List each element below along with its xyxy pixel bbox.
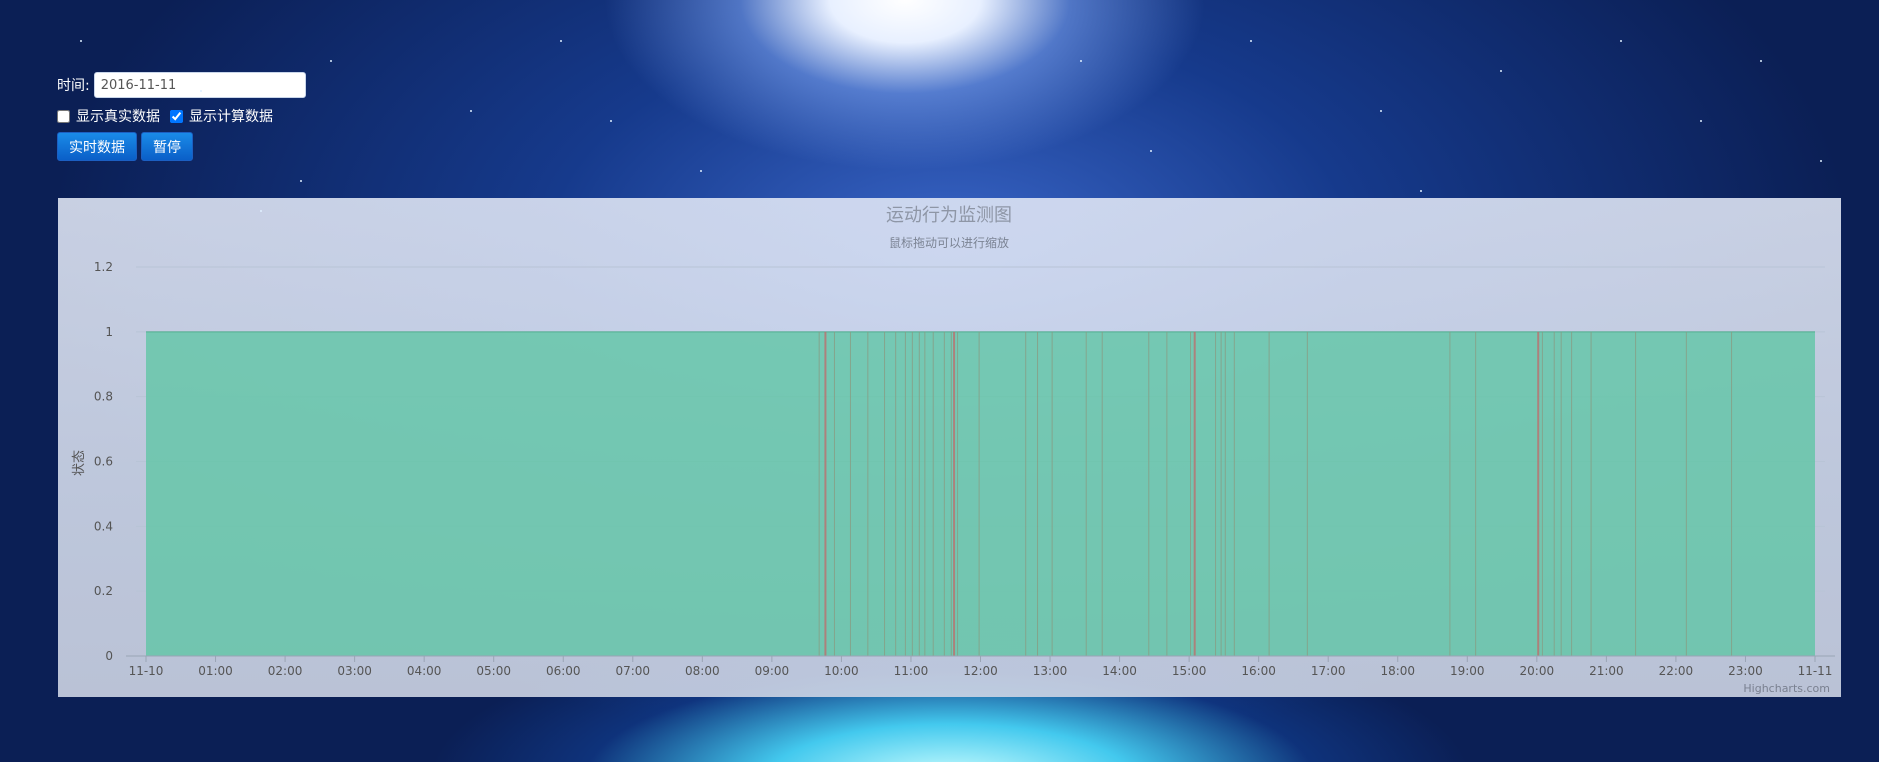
x-tick-label: 06:00 xyxy=(546,664,581,678)
date-input[interactable] xyxy=(93,72,306,98)
x-tick-label: 11:00 xyxy=(894,664,929,678)
x-tick-label: 22:00 xyxy=(1659,664,1694,678)
x-tick-label: 16:00 xyxy=(1241,664,1276,678)
x-tick-label: 21:00 xyxy=(1589,664,1624,678)
star-decoration xyxy=(1420,190,1422,192)
star-decoration xyxy=(1150,150,1152,152)
star-decoration xyxy=(470,110,472,112)
star-decoration xyxy=(330,60,332,62)
star-decoration xyxy=(1760,60,1762,62)
x-tick-label: 09:00 xyxy=(755,664,790,678)
show-real-data-label: 显示真实数据 xyxy=(76,109,160,125)
x-tick-label: 14:00 xyxy=(1102,664,1137,678)
star-decoration xyxy=(1080,60,1082,62)
x-tick-label: 13:00 xyxy=(1033,664,1068,678)
star-decoration xyxy=(80,40,82,42)
area-fill xyxy=(146,331,1815,656)
star-decoration xyxy=(200,90,202,92)
chart-subtitle: 鼠标拖动可以进行缩放 xyxy=(889,235,1009,250)
show-real-data-option[interactable]: 显示真实数据 xyxy=(57,106,160,126)
realtime-data-button[interactable]: 实时数据 xyxy=(57,132,137,161)
y-tick-label: 0 xyxy=(105,649,113,663)
show-calc-data-label: 显示计算数据 xyxy=(189,109,273,125)
x-tick-label: 12:00 xyxy=(963,664,998,678)
y-tick-label: 1 xyxy=(105,325,113,339)
x-tick-label: 17:00 xyxy=(1311,664,1346,678)
date-label: 时间: xyxy=(57,78,90,94)
y-axis-title: 状态 xyxy=(72,450,87,476)
checkbox-row: 显示真实数据 显示计算数据 xyxy=(57,106,306,126)
star-decoration xyxy=(300,180,302,182)
chart-panel[interactable]: 运动行为监测图 鼠标拖动可以进行缩放 状态 0 0.2 0.4 0.6 0.8 1 1.2 1… xyxy=(58,198,1841,697)
area-layer xyxy=(146,331,1815,656)
x-tick-label: 05:00 xyxy=(476,664,511,678)
chart-title: 运动行为监测图 xyxy=(886,205,1012,226)
x-tick-label: 11-10 xyxy=(129,664,164,678)
y-tick-label: 0.8 xyxy=(94,390,113,404)
star-decoration xyxy=(260,210,262,212)
chart-svg[interactable]: 运动行为监测图 鼠标拖动可以进行缩放 状态 0 0.2 0.4 0.6 0.8 1 1.2 1… xyxy=(58,198,1841,697)
x-tick-label: 19:00 xyxy=(1450,664,1485,678)
pause-button[interactable]: 暂停 xyxy=(141,132,193,161)
star-decoration xyxy=(1500,70,1502,72)
y-tick-label: 0.2 xyxy=(94,584,113,598)
x-tick-label: 18:00 xyxy=(1380,664,1415,678)
x-tick-label: 01:00 xyxy=(198,664,233,678)
star-decoration xyxy=(610,120,612,122)
y-tick-label: 0.6 xyxy=(94,455,113,469)
date-row: 时间: xyxy=(57,72,306,98)
x-tick-label: 07:00 xyxy=(615,664,650,678)
x-tick-label: 04:00 xyxy=(407,664,442,678)
x-tick-label: 03:00 xyxy=(337,664,372,678)
x-tick-label: 10:00 xyxy=(824,664,859,678)
controls-panel: 时间: 显示真实数据 显示计算数据 实时数据 暂停 xyxy=(57,72,306,161)
star-decoration xyxy=(120,140,122,142)
show-calc-data-checkbox[interactable] xyxy=(170,109,183,123)
star-decoration xyxy=(1700,120,1702,122)
star-decoration xyxy=(1620,40,1622,42)
star-decoration xyxy=(1820,160,1822,162)
show-calc-data-option[interactable]: 显示计算数据 xyxy=(170,106,273,126)
x-tick-label: 02:00 xyxy=(268,664,303,678)
highcharts-credits[interactable]: Highcharts.com xyxy=(1743,682,1830,695)
star-decoration xyxy=(1380,110,1382,112)
x-tick-label: 23:00 xyxy=(1728,664,1763,678)
star-decoration xyxy=(560,40,562,42)
y-tick-label: 1.2 xyxy=(94,260,113,274)
x-tick-label: 08:00 xyxy=(685,664,720,678)
button-row: 实时数据 暂停 xyxy=(57,132,306,161)
x-tick-label: 15:00 xyxy=(1172,664,1207,678)
show-real-data-checkbox[interactable] xyxy=(57,109,70,123)
star-decoration xyxy=(1250,40,1252,42)
y-tick-label: 0.4 xyxy=(94,519,113,533)
star-decoration xyxy=(700,170,702,172)
x-tick-label: 20:00 xyxy=(1520,664,1555,678)
x-tick-label: 11-11 xyxy=(1798,664,1833,678)
